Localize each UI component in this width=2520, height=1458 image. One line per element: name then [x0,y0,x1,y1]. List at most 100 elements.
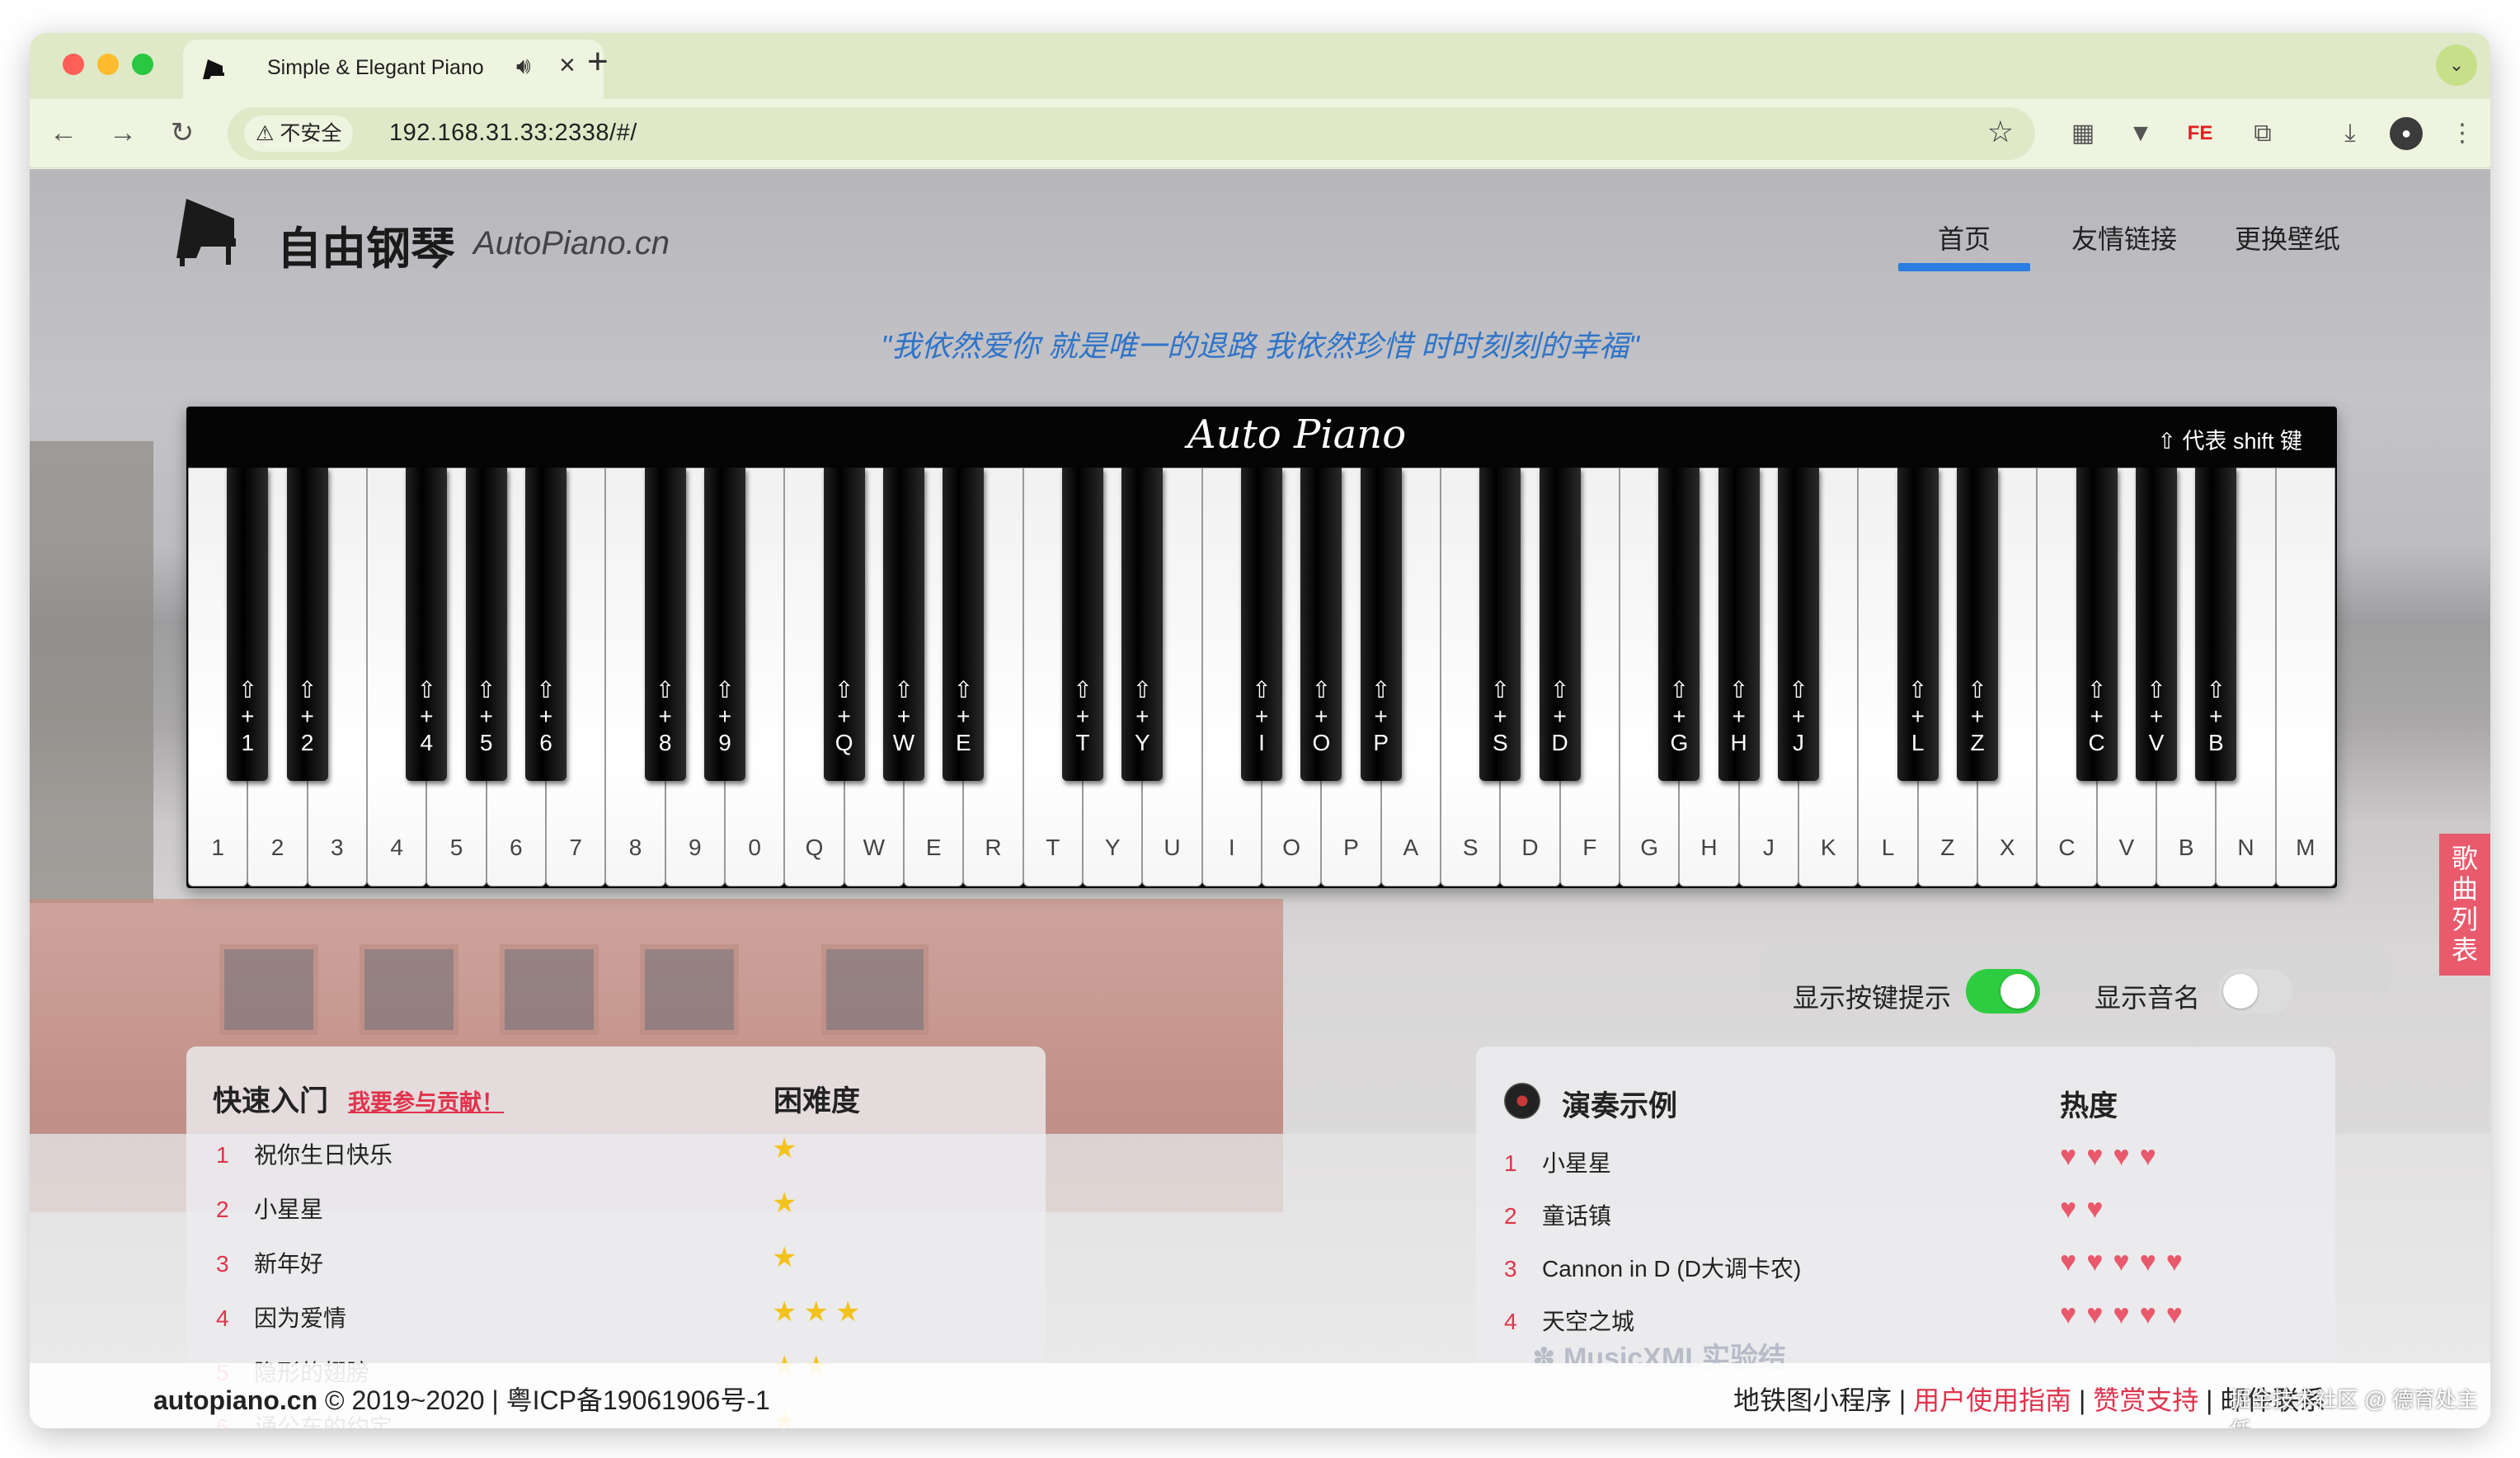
song-name: 童话镇 [1542,1203,1612,1229]
white-key[interactable]: M [2275,468,2335,887]
brand-subtitle: AutoPiano.cn [473,225,670,261]
lyric-quote: "我依然爱你 就是唯一的退路 我依然珍惜 时时刻刻的幸福" [881,329,1639,363]
quick-start-song[interactable]: 2 小星星 [216,1192,323,1225]
white-key-label: X [1999,835,2015,860]
nav-friend-links[interactable]: 友情链接 [2071,219,2177,256]
maximize-window-button[interactable] [132,54,153,75]
footer-link-metro[interactable]: 地铁图小程序 [1733,1385,1892,1415]
tab-search-button[interactable]: ⌄ [2436,45,2477,86]
black-key[interactable]: ⇧ + Z [1957,468,1998,781]
nav-home[interactable]: 首页 [1938,219,1991,256]
example-song[interactable]: 4 天空之城 [1504,1304,1634,1337]
difficulty-stars-icon: ★ [772,1242,804,1273]
nav-change-wallpaper[interactable]: 更换壁纸 [2235,219,2340,256]
background-train-window [219,944,318,1035]
key-hint-toggle[interactable] [1966,969,2040,1014]
background-building [30,441,153,903]
piano-favicon-icon [203,59,224,79]
difficulty-stars-icon: ★★★ [772,1296,867,1328]
background-train-window [821,944,929,1035]
song-name: 新年好 [254,1251,324,1277]
close-window-button[interactable] [63,54,84,75]
extension-grid-icon[interactable]: ▦ [2066,117,2099,150]
black-key[interactable]: ⇧ + 5 [465,468,507,781]
profile-avatar[interactable]: ● [2390,117,2423,150]
white-key-label: L [1881,835,1895,860]
minimize-window-button[interactable] [97,54,119,75]
contribute-link[interactable]: 我要参与贡献！ [348,1084,504,1117]
black-key[interactable]: ⇧ + S [1479,468,1521,781]
black-key[interactable]: ⇧ + J [1778,468,1819,781]
tab-close-icon[interactable]: × [559,49,576,82]
key-hint-toggle-label: 显示按键提示 [1793,983,1952,1013]
example-song[interactable]: 3 Cannon in D (D大调卡农) [1504,1251,1801,1284]
white-key-label: C [2058,835,2076,860]
black-key[interactable]: ⇧ + H [1718,468,1760,781]
black-key[interactable]: ⇧ + 4 [406,468,448,781]
white-key-label: E [925,835,942,860]
bookmark-star-icon[interactable]: ☆ [1987,115,2014,149]
black-key[interactable]: ⇧ + V [2136,468,2177,781]
song-name: 天空之城 [1542,1309,1635,1334]
quick-start-song[interactable]: 3 新年好 [216,1246,323,1279]
song-index: 2 [1504,1203,1517,1229]
black-key[interactable]: ⇧ + W [883,468,924,781]
black-key[interactable]: ⇧ + Q [823,468,865,781]
black-key-label: ⇧ + S [1490,677,1511,755]
reload-icon[interactable]: ↻ [162,112,203,153]
extensions-puzzle-icon[interactable]: ⧉ [2246,117,2279,150]
footer-link-guide[interactable]: 用户使用指南 [1913,1385,2071,1415]
white-key-label: 8 [628,835,642,860]
forward-icon[interactable]: → [102,112,143,153]
footer-site[interactable]: autopiano.cn [153,1385,317,1415]
note-name-toggle-label: 显示音名 [2095,983,2201,1013]
black-key[interactable]: ⇧ + 2 [286,468,328,781]
example-song[interactable]: 2 童话镇 [1504,1198,1611,1231]
menu-kebab-icon[interactable]: ⋮ [2446,117,2479,150]
black-key-label: ⇧ + H [1728,677,1749,755]
black-key[interactable]: ⇧ + I [1241,468,1282,781]
quick-start-song[interactable]: 1 祝你生日快乐 [216,1137,393,1170]
black-key[interactable]: ⇧ + 6 [525,468,567,781]
black-key[interactable]: ⇧ + B [2195,468,2237,781]
black-key[interactable]: ⇧ + P [1360,468,1402,781]
black-key[interactable]: ⇧ + T [1062,468,1103,781]
black-key[interactable]: ⇧ + 9 [704,468,745,781]
black-key[interactable]: ⇧ + L [1897,468,1939,781]
song-index: 3 [216,1251,229,1277]
black-key-label: ⇧ + 8 [655,677,675,755]
note-name-toggle[interactable] [2218,969,2292,1014]
footer-copyright: autopiano.cn © 2019~2020 | 粤ICP备19061906… [153,1380,770,1418]
browser-tab[interactable]: Simple & Elegant Piano 🔊︎ × [183,40,604,99]
url-text[interactable]: 192.168.31.33:2338/#/ [389,120,637,147]
tab-strip: Simple & Elegant Piano 🔊︎ × + ⌄ [30,33,2490,99]
black-key[interactable]: ⇧ + O [1300,468,1342,781]
extension-fe-icon[interactable]: FE [2184,117,2217,150]
black-key[interactable]: ⇧ + 1 [227,468,269,781]
black-key[interactable]: ⇧ + E [943,468,985,781]
new-tab-button[interactable]: + [587,41,609,82]
difficulty-stars-icon: ★ [772,1133,804,1164]
extension-v-icon[interactable]: ▼ [2124,117,2157,150]
address-bar[interactable]: ⚠ 不安全 192.168.31.33:2338/#/ ☆ [228,107,2035,160]
black-key[interactable]: ⇧ + Y [1121,468,1164,781]
footer-year: © 2019~2020 [325,1385,485,1415]
white-key-label: U [1164,835,1181,860]
white-key-label: B [2178,835,2194,860]
black-key[interactable]: ⇧ + 8 [644,468,686,781]
black-key[interactable]: ⇧ + G [1658,468,1700,781]
song-list-tab[interactable]: 歌曲列表 [2439,834,2490,976]
white-key-label: 3 [331,835,344,860]
example-song[interactable]: 1 小星星 [1504,1145,1611,1178]
black-key[interactable]: ⇧ + D [1539,468,1581,781]
speaker-icon[interactable]: 🔊︎ [516,53,531,80]
quick-start-song[interactable]: 4 因为爱情 [216,1300,346,1333]
back-icon[interactable]: ← [43,112,84,153]
download-icon[interactable]: ⤓ [2334,117,2367,150]
footer-link-donate[interactable]: 赞赏支持 [2093,1385,2198,1415]
browser-toolbar: ← → ↻ ⚠ 不安全 192.168.31.33:2338/#/ ☆ ▦ ▼ … [30,99,2490,168]
black-key[interactable]: ⇧ + C [2076,468,2118,781]
footer-icp[interactable]: 粤ICP备19061906号-1 [506,1385,770,1415]
security-chip[interactable]: ⚠ 不安全 [244,115,354,152]
popularity-hearts-icon: ♥♥ [2060,1193,2113,1225]
